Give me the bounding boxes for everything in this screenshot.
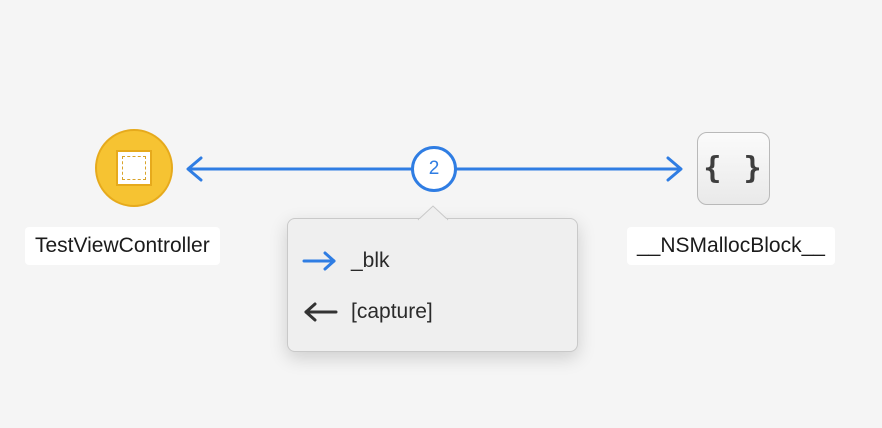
reference-label: _blk bbox=[351, 249, 390, 272]
reference-row-blk[interactable]: _blk bbox=[302, 246, 390, 276]
view-controller-dashed-frame bbox=[122, 156, 146, 180]
reference-label: [capture] bbox=[351, 300, 433, 323]
references-popover: _blk [capture] bbox=[287, 205, 578, 352]
reference-count-badge[interactable]: 2 bbox=[411, 146, 457, 192]
view-controller-node-icon[interactable] bbox=[95, 129, 173, 207]
reference-row-capture[interactable]: [capture] bbox=[302, 297, 433, 327]
block-braces-icon[interactable]: { } bbox=[697, 132, 770, 205]
view-controller-inner-square bbox=[116, 150, 152, 186]
source-node-label[interactable]: TestViewController bbox=[25, 227, 220, 265]
arrow-left-icon bbox=[304, 302, 338, 322]
memory-graph-canvas: TestViewController { } __NSMallocBlock__… bbox=[0, 0, 882, 428]
target-node-label[interactable]: __NSMallocBlock__ bbox=[627, 227, 835, 265]
braces-glyph: { } bbox=[703, 151, 764, 186]
popover-pointer bbox=[417, 205, 449, 222]
arrow-right-icon bbox=[302, 251, 336, 271]
